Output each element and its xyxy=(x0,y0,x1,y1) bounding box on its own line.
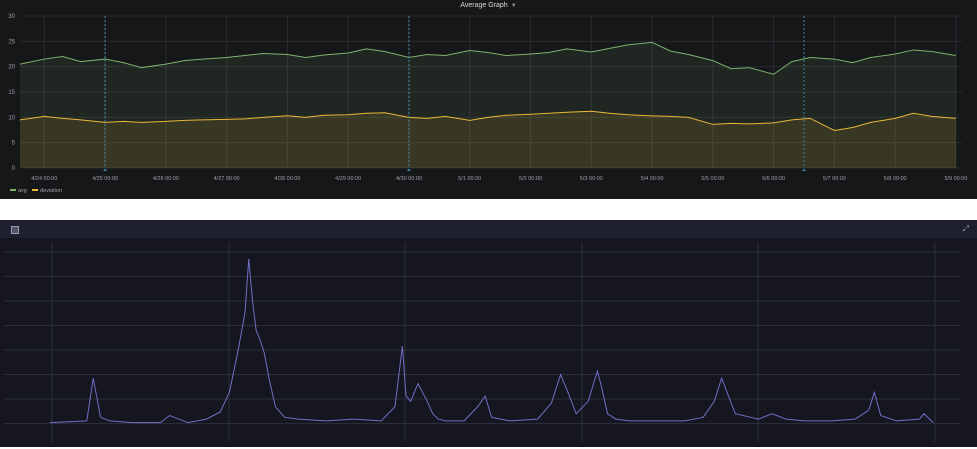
series-line xyxy=(49,258,934,424)
y-tick-label: 25 xyxy=(8,39,15,45)
y-tick-label: 0 xyxy=(12,166,16,172)
x-tick-label: 4/24 00:00 xyxy=(31,176,57,182)
annotation-marker-arrow xyxy=(103,168,108,171)
x-tick-label: 5/5 00:00 xyxy=(701,176,724,182)
legend-label-deviation: deviation xyxy=(40,188,62,194)
x-tick-label: 4/28 00:00 xyxy=(274,176,300,182)
y-tick-label: 15 xyxy=(8,90,15,96)
legend-label-avg: avg xyxy=(18,188,27,194)
x-tick-label: 5/4 00:00 xyxy=(641,176,664,182)
x-tick-label: 4/29 00:00 xyxy=(335,176,361,182)
chevron-down-icon[interactable]: ▼ xyxy=(511,3,517,9)
y-tick-label: 20 xyxy=(8,65,15,71)
x-tick-label: 5/2 00:00 xyxy=(519,176,542,182)
average-graph-panel: 0 5 10 15 20 25 30 4/24 00:00 4/25 00:00 4/26 00:… xyxy=(0,0,977,199)
panel-title[interactable]: Average Graph ▼ xyxy=(0,2,977,9)
x-tick-label: 4/30 00:00 xyxy=(396,176,422,182)
second-graph-chart xyxy=(4,242,960,442)
annotation-marker-arrow xyxy=(406,168,411,171)
y-tick-label: 10 xyxy=(8,115,15,121)
x-tick-label: 5/6 00:00 xyxy=(762,176,785,182)
x-tick-label: 4/25 00:00 xyxy=(92,176,118,182)
annotation-marker-arrow xyxy=(801,168,806,171)
x-tick-label: 5/9 00:00 xyxy=(944,176,967,182)
x-tick-label: 5/3 00:00 xyxy=(580,176,603,182)
x-tick-label: 5/1 00:00 xyxy=(458,176,481,182)
average-graph-chart: 0 5 10 15 20 25 30 4/24 00:00 4/25 00:00 4/26 00:… xyxy=(8,14,967,194)
second-graph-panel: ⤢ xyxy=(0,220,977,447)
y-tick-label: 30 xyxy=(8,14,15,20)
x-tick-label: 5/7 00:00 xyxy=(823,176,846,182)
x-tick-label: 4/26 00:00 xyxy=(153,176,179,182)
y-tick-label: 5 xyxy=(12,141,16,147)
x-tick-label: 5/8 00:00 xyxy=(884,176,907,182)
panel-title-text: Average Graph xyxy=(460,2,508,9)
x-tick-label: 4/27 00:00 xyxy=(214,176,240,182)
